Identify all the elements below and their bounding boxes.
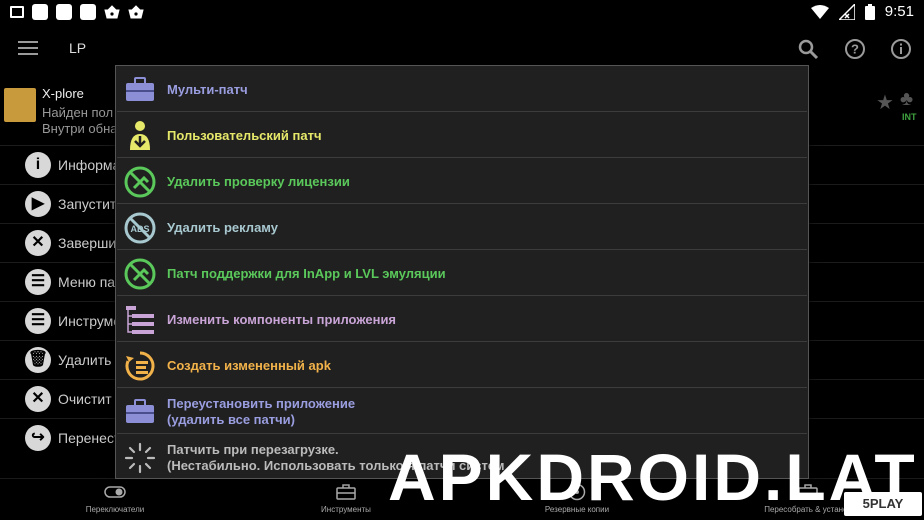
- status-bar: 9:51: [0, 0, 924, 26]
- help-icon[interactable]: ?: [844, 38, 866, 60]
- menu-item-label: Запустит: [58, 196, 117, 212]
- app-status-line: Найден пол: [42, 105, 114, 120]
- notification-icons: [10, 4, 144, 20]
- reboot-icon: [124, 442, 156, 474]
- no-license-icon: [124, 166, 156, 198]
- menu-item-label: Перенест: [58, 430, 121, 446]
- wifi-icon: [810, 4, 829, 19]
- star-icon: ★: [876, 92, 894, 114]
- basket-icon: [128, 5, 144, 19]
- build-apk-icon: [125, 351, 155, 381]
- search-icon[interactable]: [797, 38, 819, 60]
- info-icon[interactable]: [890, 38, 912, 60]
- menu-item-label: Удалить проверку лицензии: [167, 174, 350, 189]
- app-name: X-plore: [42, 86, 84, 101]
- move-icon: ↪: [25, 425, 51, 451]
- menu-item-label: Мульти-патч: [167, 82, 248, 97]
- briefcase-icon: [126, 399, 154, 423]
- play-icon: ▶: [25, 191, 51, 217]
- install-location-badge: INT: [902, 112, 917, 122]
- hamburger-menu-icon[interactable]: [18, 41, 38, 55]
- toggle-icon: [104, 486, 126, 498]
- menu-item-label: Удалить рекламу: [167, 220, 278, 235]
- patch-menu-dialog: Мульти-патч Пользовательский патч Удалит…: [115, 65, 809, 479]
- status-time: 9:51: [884, 3, 914, 20]
- menu-item-title: Патчить при перезагрузке.: [167, 442, 339, 457]
- menu-item-reinstall-app[interactable]: Переустановить приложение (удалить все па…: [117, 389, 807, 434]
- menu-item-label: Патч поддержки для InApp и LVL эмуляции: [167, 266, 446, 281]
- menu-item-label: Создать измененный apk: [167, 358, 331, 373]
- no-license-icon: [124, 258, 156, 290]
- menu-item-label: Изменить компоненты приложения: [167, 312, 397, 327]
- watermark-text: APKDROID.LAT: [388, 440, 918, 514]
- menu-item-label: Переустановить приложение (удалить все па…: [167, 396, 355, 428]
- briefcase-icon: [126, 77, 154, 101]
- notification-icon: [80, 4, 96, 20]
- clover-icon: ♣: [900, 88, 914, 110]
- close-icon: ✕: [25, 386, 51, 412]
- no-ads-icon: ADS: [124, 212, 156, 244]
- menu-item-custom-patch[interactable]: Пользовательский патч: [117, 113, 807, 158]
- menu-item-label: Инструме: [58, 313, 122, 329]
- signal-icon: [838, 3, 855, 20]
- menu-item-label: Пользовательский патч: [167, 128, 322, 143]
- menu-item-title: Переустановить приложение: [167, 396, 356, 411]
- app-status-line: Внутри обна: [42, 121, 118, 136]
- person-download-icon: [130, 121, 150, 150]
- notification-icon: [56, 4, 72, 20]
- menu-item-subtitle: (удалить все патчи): [167, 412, 295, 427]
- menu-item-remove-ads[interactable]: ADS Удалить рекламу: [117, 205, 807, 250]
- list-icon: ☰: [25, 269, 51, 295]
- image-notification-icon: [10, 6, 24, 18]
- nav-switches[interactable]: Переключатели: [55, 483, 175, 514]
- trash-icon: 🗑: [25, 347, 51, 373]
- list-icon: ☰: [25, 308, 51, 334]
- svg-text:ADS: ADS: [130, 224, 149, 234]
- basket-icon: [104, 5, 120, 19]
- menu-item-label: Заверши: [58, 235, 117, 251]
- notification-icon: [32, 4, 48, 20]
- close-icon: ✕: [25, 230, 51, 256]
- menu-item-subtitle: (Нестабильно. Использовать только: [167, 458, 404, 473]
- app-title: LP: [69, 40, 87, 56]
- menu-item-label: Меню пат: [58, 274, 122, 290]
- toolbox-icon: [336, 484, 356, 500]
- info-icon: i: [25, 152, 51, 178]
- watermark-badge: 5PLAY: [844, 492, 922, 516]
- nav-label: Переключатели: [85, 505, 145, 514]
- menu-item-multi-patch[interactable]: Мульти-патч: [117, 67, 807, 112]
- menu-item-change-components[interactable]: Изменить компоненты приложения: [117, 297, 807, 342]
- battery-icon: [864, 3, 875, 20]
- menu-item-inapp-lvl-emulation[interactable]: Патч поддержки для InApp и LVL эмуляции: [117, 251, 807, 296]
- menu-item-label: Очистит: [58, 391, 112, 407]
- menu-item-label: Удалить: [58, 352, 112, 368]
- menu-item-remove-license-check[interactable]: Удалить проверку лицензии: [117, 159, 807, 204]
- menu-item-create-modified-apk[interactable]: Создать измененный apk: [117, 343, 807, 388]
- components-icon: [126, 306, 154, 334]
- menu-item-label: Информа: [58, 157, 121, 173]
- svg-text:?: ?: [851, 42, 859, 57]
- app-icon: [4, 88, 36, 122]
